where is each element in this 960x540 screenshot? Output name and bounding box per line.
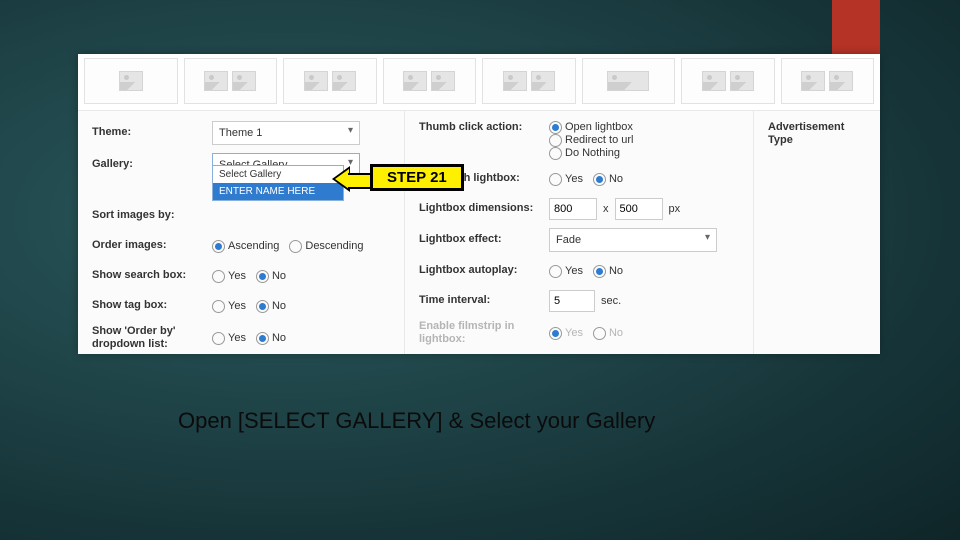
thumb-click-label: Thumb click action: [419,121,549,134]
lightbox-effect-label: Lightbox effect: [419,233,549,246]
lightbox-height-input[interactable] [615,198,663,220]
layout-option[interactable] [582,58,676,104]
autoplay-no-radio[interactable] [593,265,606,278]
gallery-option-entered-name[interactable]: ENTER NAME HERE [213,183,343,200]
filmstrip-no-radio[interactable] [593,327,606,340]
step-callout: STEP 21 [370,164,464,191]
advertisement-type-label: Advertisement Type [768,121,868,147]
lightbox-autoplay-label: Lightbox autoplay: [419,264,549,277]
layout-option[interactable] [283,58,377,104]
order-images-label: Order images: [92,239,212,252]
settings-panel-screenshot: Theme: Theme 1 Gallery: Select Gallery S… [78,54,880,354]
filmstrip-yes-radio[interactable] [549,327,562,340]
layout-option[interactable] [184,58,278,104]
sort-images-label: Sort images by: [92,209,212,222]
lightbox-effect-select[interactable]: Fade [549,228,717,252]
gallery-option-placeholder[interactable]: Select Gallery [213,166,343,183]
settings-column-general: Theme: Theme 1 Gallery: Select Gallery S… [78,111,405,354]
tag-no-radio[interactable] [256,300,269,313]
settings-column-ads: Advertisement Type [754,111,880,354]
show-search-label: Show search box: [92,269,212,282]
layout-option[interactable] [383,58,477,104]
lightbox-dimensions-label: Lightbox dimensions: [419,202,549,215]
slide-caption: Open [SELECT GALLERY] & Select your Gall… [178,408,655,434]
search-yes-radio[interactable] [212,270,225,283]
theme-label: Theme: [92,126,212,139]
order-desc-radio[interactable] [289,240,302,253]
theme-select[interactable]: Theme 1 [212,121,360,145]
gallery-select-dropdown: Select Gallery ENTER NAME HERE [212,165,344,201]
tag-yes-radio[interactable] [212,300,225,313]
thumb-open-radio[interactable] [549,121,562,134]
thumb-redirect-radio[interactable] [549,134,562,147]
slide-accent-bar [832,0,880,58]
thumb-nothing-radio[interactable] [549,147,562,160]
order-asc-radio[interactable] [212,240,225,253]
gallery-label: Gallery: [92,158,212,171]
layout-option[interactable] [781,58,875,104]
step-label: STEP 21 [370,164,464,191]
layout-thumbnail-row [78,54,880,110]
time-interval-label: Time interval: [419,294,549,307]
search-no-radio[interactable] [256,270,269,283]
orderby-no-radio[interactable] [256,332,269,345]
show-orderby-label: Show 'Order by' dropdown list: [92,325,212,351]
fullwidth-yes-radio[interactable] [549,173,562,186]
orderby-yes-radio[interactable] [212,332,225,345]
time-interval-input[interactable] [549,290,595,312]
lightbox-width-input[interactable] [549,198,597,220]
arrow-left-icon [332,166,370,192]
layout-option[interactable] [681,58,775,104]
settings-column-lightbox: Thumb click action: Open lightbox Redire… [405,111,754,354]
autoplay-yes-radio[interactable] [549,265,562,278]
show-tag-label: Show tag box: [92,299,212,312]
enable-filmstrip-label: Enable filmstrip in lightbox: [419,320,549,346]
layout-option[interactable] [482,58,576,104]
fullwidth-no-radio[interactable] [593,173,606,186]
layout-option[interactable] [84,58,178,104]
